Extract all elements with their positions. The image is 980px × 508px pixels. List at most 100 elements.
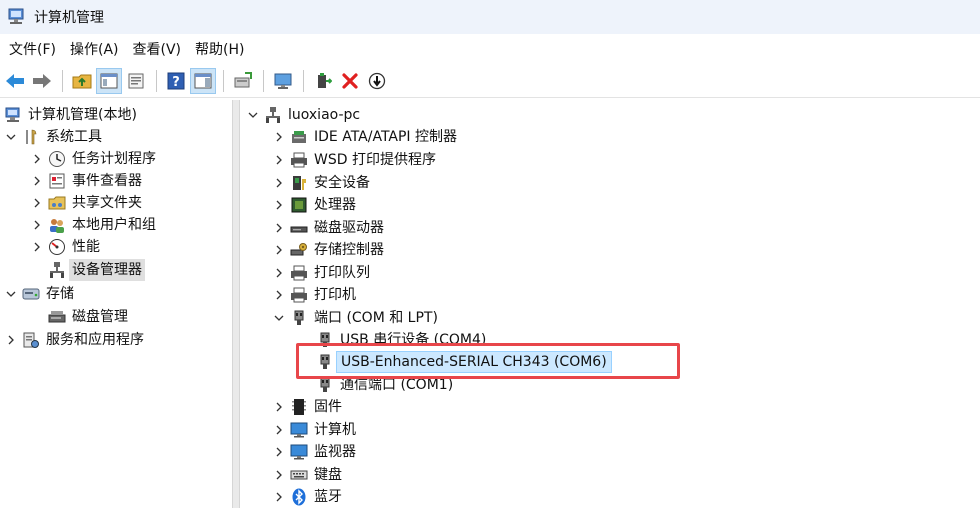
port-icon — [290, 309, 308, 327]
computer-management-icon — [4, 106, 22, 124]
chevron-down-icon[interactable] — [272, 311, 286, 325]
tree-label: 事件查看器 — [72, 173, 142, 189]
chevron-down-icon[interactable] — [246, 108, 260, 122]
device-category-firmware[interactable]: 固件 — [272, 396, 342, 418]
menu-file[interactable]: 文件(F) — [4, 36, 61, 62]
device-tree-root[interactable]: luoxiao-pc — [246, 104, 360, 126]
shared-folder-icon — [48, 194, 66, 212]
tree-item-performance[interactable]: 性能 — [30, 236, 100, 258]
chevron-down-icon[interactable] — [4, 130, 18, 144]
monitor-icon — [290, 421, 308, 439]
device-category-print-queues[interactable]: 打印队列 — [272, 262, 370, 284]
device-tree-label: IDE ATA/ATAPI 控制器 — [314, 129, 458, 145]
chevron-right-icon[interactable] — [4, 333, 18, 347]
tree-label: 服务和应用程序 — [46, 332, 144, 348]
forward-arrow-icon[interactable] — [29, 68, 55, 94]
help-icon[interactable]: ? — [163, 68, 189, 94]
uninstall-icon[interactable] — [337, 68, 363, 94]
chevron-right-icon[interactable] — [272, 400, 286, 414]
tree-item-root[interactable]: 计算机管理(本地) — [4, 104, 137, 126]
device-category-storage-controllers[interactable]: 存储控制器 — [272, 239, 384, 261]
device-category-keyboards[interactable]: 键盘 — [272, 464, 342, 486]
device-category-monitors[interactable]: 监视器 — [272, 441, 356, 463]
chevron-right-icon[interactable] — [30, 174, 44, 188]
tree-item-system-tools[interactable]: 系统工具 — [4, 126, 102, 148]
chevron-right-icon[interactable] — [272, 198, 286, 212]
device-category-disk-drives[interactable]: 磁盘驱动器 — [272, 217, 384, 239]
port-item-com6[interactable]: USB-Enhanced-SERIAL CH343 (COM6) — [316, 351, 612, 373]
tree-item-services-apps[interactable]: 服务和应用程序 — [4, 329, 144, 351]
menu-bar: 文件(F) 操作(A) 查看(V) 帮助(H) — [0, 34, 980, 64]
device-category-security[interactable]: 安全设备 — [272, 172, 370, 194]
device-category-ide[interactable]: IDE ATA/ATAPI 控制器 — [272, 126, 457, 148]
device-tree-label: 计算机 — [314, 422, 356, 438]
tree-label: 磁盘管理 — [72, 309, 128, 325]
action-pane-icon[interactable] — [190, 67, 216, 94]
tree-label: 计算机管理(本地) — [28, 107, 137, 123]
print-queue-icon — [290, 264, 308, 282]
chevron-right-icon[interactable] — [272, 266, 286, 280]
menu-action[interactable]: 操作(A) — [65, 36, 124, 62]
scan-hardware-icon[interactable] — [270, 68, 296, 94]
chevron-right-icon[interactable] — [272, 423, 286, 437]
firmware-icon — [290, 398, 308, 416]
port-icon — [316, 331, 334, 349]
device-tree-label: USB 串行设备 (COM4) — [340, 332, 487, 348]
device-tree-label: USB-Enhanced-SERIAL CH343 (COM6) — [336, 351, 612, 373]
toolbar: ? — [0, 64, 980, 98]
printer-icon — [290, 151, 308, 169]
chevron-right-icon[interactable] — [272, 445, 286, 459]
pane-splitter[interactable] — [232, 100, 240, 508]
port-icon — [316, 353, 334, 371]
device-tree-label: 存储控制器 — [314, 242, 384, 258]
monitor-icon — [290, 443, 308, 461]
tree-label: 本地用户和组 — [72, 217, 156, 233]
device-category-ports[interactable]: 端口 (COM 和 LPT) — [272, 307, 438, 329]
tree-item-device-manager[interactable]: 设备管理器 — [48, 259, 145, 281]
chevron-right-icon[interactable] — [272, 490, 286, 504]
chevron-right-icon[interactable] — [272, 243, 286, 257]
ide-controller-icon — [290, 128, 308, 146]
chevron-down-icon[interactable] — [4, 287, 18, 301]
tree-item-storage[interactable]: 存储 — [4, 283, 74, 305]
enable-device-icon[interactable] — [310, 68, 336, 94]
chevron-right-icon[interactable] — [272, 468, 286, 482]
chevron-right-icon[interactable] — [272, 130, 286, 144]
chevron-right-icon[interactable] — [272, 176, 286, 190]
tree-item-shared-folders[interactable]: 共享文件夹 — [30, 192, 142, 214]
tree-item-task-scheduler[interactable]: 任务计划程序 — [30, 148, 156, 170]
device-category-computer[interactable]: 计算机 — [272, 419, 356, 441]
device-category-wsd[interactable]: WSD 打印提供程序 — [272, 149, 436, 171]
chevron-right-icon[interactable] — [30, 152, 44, 166]
bluetooth-icon — [290, 488, 308, 506]
tree-item-local-users[interactable]: 本地用户和组 — [30, 214, 156, 236]
tree-label: 设备管理器 — [69, 259, 145, 281]
processor-icon — [290, 196, 308, 214]
device-category-printers[interactable]: 打印机 — [272, 284, 356, 306]
tree-item-event-viewer[interactable]: 事件查看器 — [30, 170, 142, 192]
chevron-right-icon[interactable] — [30, 196, 44, 210]
menu-help[interactable]: 帮助(H) — [190, 36, 249, 62]
chevron-right-icon[interactable] — [272, 221, 286, 235]
chevron-right-icon[interactable] — [272, 153, 286, 167]
device-category-bluetooth[interactable]: 蓝牙 — [272, 486, 342, 508]
chevron-right-icon[interactable] — [30, 240, 44, 254]
navigation-tree: 计算机管理(本地) 系统工具 任务计划程序 事件查看器 共享文件夹 本地用户和组… — [0, 100, 232, 508]
tree-label: 性能 — [72, 239, 100, 255]
menu-view[interactable]: 查看(V) — [128, 36, 187, 62]
chevron-right-icon[interactable] — [272, 288, 286, 302]
port-item-com1[interactable]: 通信端口 (COM1) — [316, 374, 453, 396]
tree-item-disk-management[interactable]: 磁盘管理 — [48, 306, 128, 328]
device-tree-label: 磁盘驱动器 — [314, 220, 384, 236]
chevron-right-icon[interactable] — [30, 218, 44, 232]
device-tree-label: 键盘 — [314, 467, 342, 483]
update-driver-icon[interactable] — [230, 68, 256, 94]
device-category-processors[interactable]: 处理器 — [272, 194, 356, 216]
disable-device-icon[interactable] — [364, 68, 390, 94]
up-folder-icon[interactable] — [69, 68, 95, 94]
back-arrow-icon[interactable] — [2, 68, 28, 94]
properties-icon[interactable] — [123, 68, 149, 94]
toolbar-separator — [156, 69, 157, 92]
port-item-com4[interactable]: USB 串行设备 (COM4) — [316, 329, 486, 351]
show-tree-icon[interactable] — [96, 67, 122, 94]
